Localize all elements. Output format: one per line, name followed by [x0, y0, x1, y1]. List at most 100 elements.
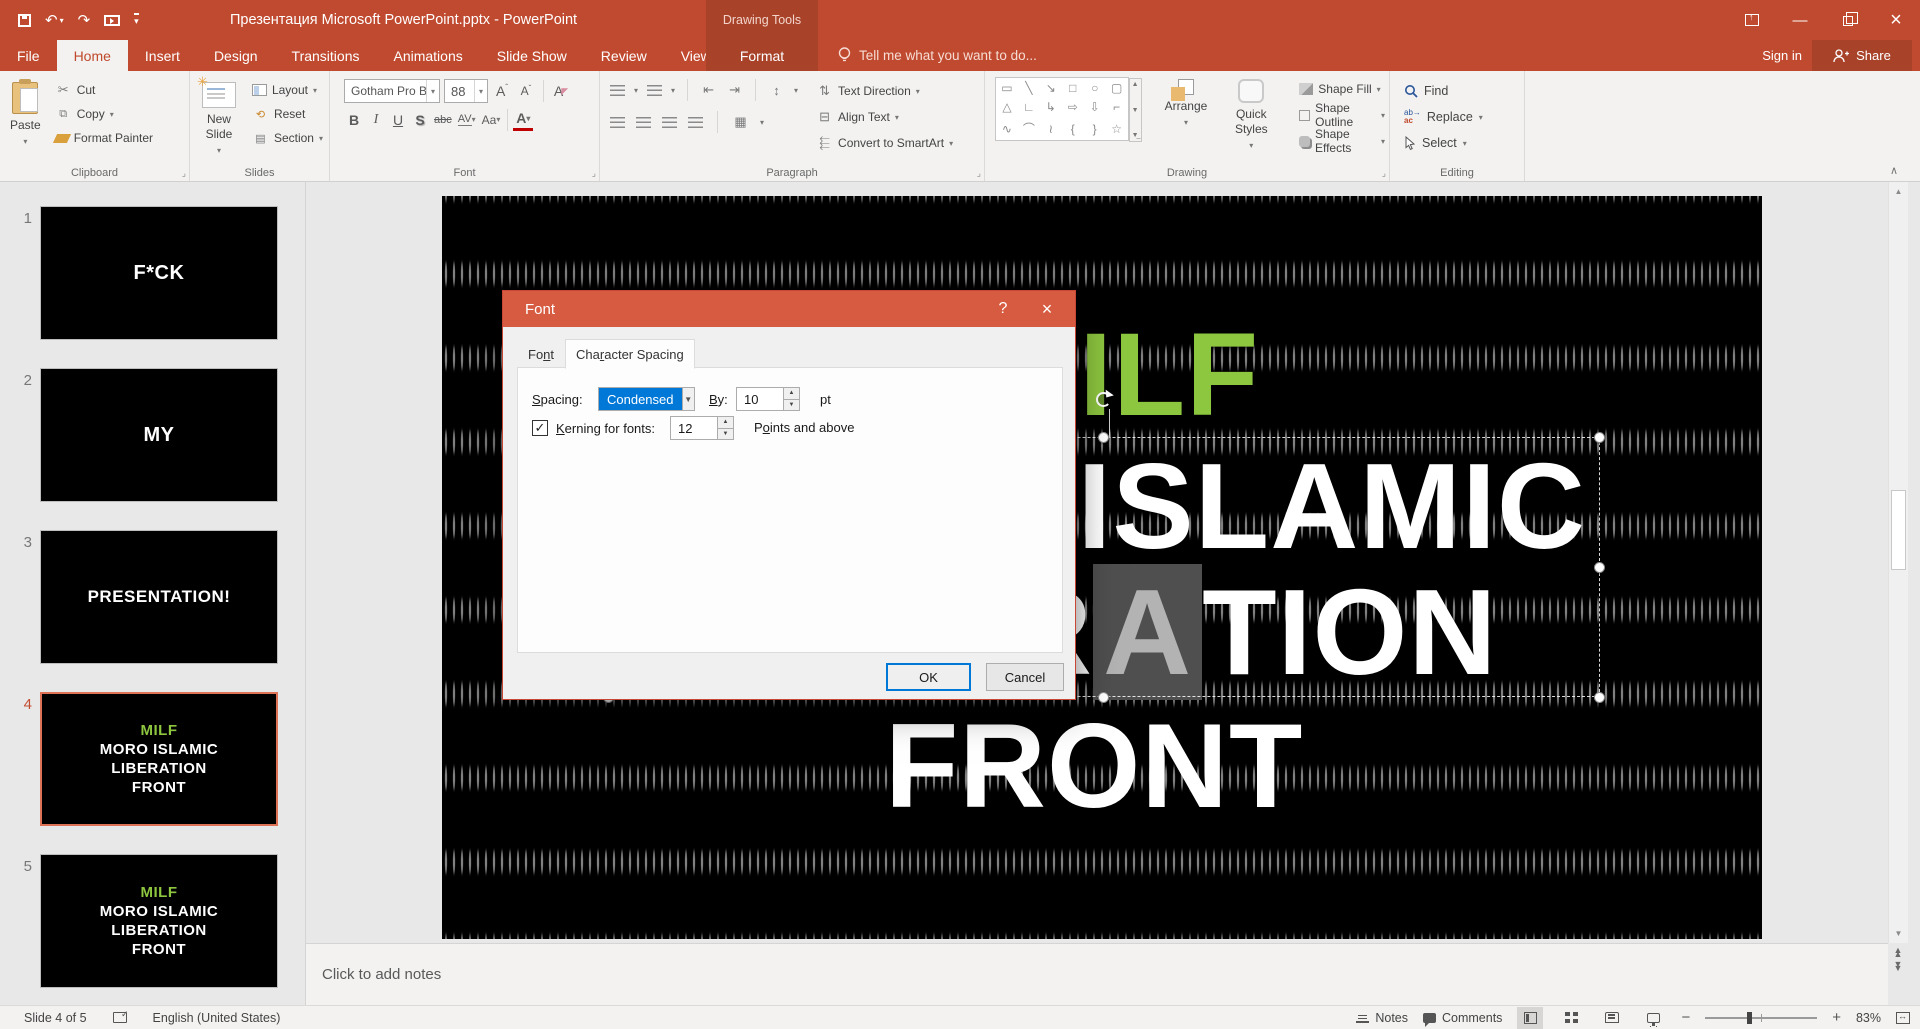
font-family-combo[interactable]: Gotham Pro B ▾ [344, 79, 440, 103]
text-shadow-button[interactable]: S [410, 108, 430, 131]
shrink-font-button[interactable]: Aˇ [516, 80, 536, 103]
zoom-out-button[interactable]: − [1681, 1009, 1690, 1026]
font-color-button[interactable]: A ▾ [513, 108, 534, 131]
scroll-down-icon[interactable]: ▼ [1132, 107, 1139, 114]
save-button[interactable] [18, 13, 31, 27]
dialog-launcher-icon[interactable]: ⌟ [1382, 168, 1386, 179]
ok-button[interactable]: OK [886, 663, 971, 691]
scrollbar-thumb[interactable] [1891, 490, 1906, 570]
vertical-scrollbar[interactable]: ▲ ▼ [1888, 182, 1908, 943]
character-spacing-button[interactable]: AV ▾ [456, 108, 478, 131]
undo-button[interactable]: ↶ ▾ [45, 11, 64, 29]
justify-icon[interactable] [688, 116, 703, 128]
spinner-buttons[interactable]: ▲ ▼ [783, 388, 799, 410]
clear-formatting-button[interactable]: A ◤ [551, 80, 571, 103]
tab-home[interactable]: Home [56, 40, 128, 71]
ribbon-display-options-button[interactable] [1728, 0, 1776, 40]
shape-icon[interactable]: ⇨ [1068, 100, 1078, 114]
shape-icon[interactable]: □ [1069, 81, 1076, 95]
reset-button[interactable]: ⟲ Reset [248, 102, 327, 126]
shape-icon[interactable]: ⇩ [1090, 100, 1100, 114]
scroll-up-icon[interactable]: ▲ [1895, 182, 1903, 201]
paste-button[interactable]: Paste ▾ [10, 74, 41, 160]
rotate-handle[interactable] [1096, 392, 1111, 407]
spellcheck-icon[interactable] [112, 1009, 129, 1023]
language-indicator[interactable]: English (United States) [153, 1011, 281, 1025]
find-button[interactable]: Find [1404, 79, 1524, 103]
section-button[interactable]: ▤ Section ▾ [248, 126, 327, 150]
thumbnail-slide-4-selected[interactable]: MILF MORO ISLAMIC LIBERATION FRONT [40, 692, 278, 826]
shape-icon[interactable]: ▢ [1111, 81, 1122, 95]
tab-insert[interactable]: Insert [128, 40, 197, 71]
dialog-tab-character-spacing[interactable]: Character Spacing [565, 339, 695, 369]
cancel-button[interactable]: Cancel [986, 663, 1064, 691]
columns-icon[interactable]: ▦ [732, 114, 749, 130]
dialog-launcher-icon[interactable]: ⌟ [182, 168, 186, 179]
slide-text-line4[interactable]: FRONT [885, 706, 1303, 826]
scroll-up-icon[interactable]: ▲ [1132, 81, 1139, 88]
quick-styles-button[interactable]: Quick Styles ▾ [1229, 71, 1273, 157]
previous-slide-button[interactable]: ▲ ▲ [1894, 946, 1903, 959]
align-right-icon[interactable] [662, 116, 677, 128]
select-button[interactable]: Select ▾ [1404, 131, 1524, 155]
notes-pane[interactable]: Click to add notes [306, 943, 1888, 1005]
shape-icon[interactable]: ↳ [1046, 100, 1056, 114]
more-shapes-icon[interactable]: ▼̲ [1132, 132, 1139, 139]
comments-toggle[interactable]: Comments [1423, 1011, 1502, 1027]
minimize-button[interactable]: — [1776, 0, 1824, 40]
zoom-slider-thumb[interactable] [1747, 1011, 1753, 1024]
restore-button[interactable] [1824, 0, 1872, 40]
replace-button[interactable]: ab→ ac Replace ▾ [1404, 105, 1524, 129]
shape-icon[interactable]: ▭ [1001, 81, 1012, 95]
sign-in-button[interactable]: Sign in [1762, 40, 1802, 71]
grow-font-button[interactable]: Aˆ [492, 80, 512, 103]
decrease-indent-icon[interactable]: ⇤ [700, 82, 717, 98]
dialog-tab-font[interactable]: Font [517, 341, 565, 369]
view-slideshow-button[interactable] [1640, 1007, 1666, 1029]
resize-handle-top-middle[interactable] [1098, 432, 1109, 443]
shape-icon[interactable]: ⌒ [1023, 120, 1035, 137]
zoom-slider[interactable] [1705, 1011, 1818, 1024]
close-button[interactable]: × [1872, 0, 1920, 40]
thumbnail-slide-1[interactable]: F*CK [40, 206, 278, 340]
scroll-down-icon[interactable]: ▼ [1895, 924, 1903, 943]
align-left-icon[interactable] [610, 116, 625, 128]
thumbnail-slide-3[interactable]: PRESENTATION! [40, 530, 278, 664]
numbering-icon[interactable] [647, 84, 663, 96]
bullets-icon[interactable] [610, 84, 625, 96]
increase-indent-icon[interactable]: ⇥ [726, 82, 743, 98]
text-direction-button[interactable]: ⇅ Text Direction ▾ [812, 79, 957, 103]
tab-file[interactable]: File [0, 40, 57, 71]
view-reading-button[interactable] [1599, 1007, 1625, 1029]
shape-fill-button[interactable]: Shape Fill ▾ [1295, 77, 1389, 101]
share-button[interactable]: Share [1812, 40, 1912, 71]
tab-transitions[interactable]: Transitions [275, 40, 377, 71]
dialog-launcher-icon[interactable]: ⌟ [592, 168, 596, 179]
new-slide-button[interactable]: New Slide ▾ [197, 74, 240, 160]
strikethrough-button[interactable]: abc [432, 108, 454, 131]
align-center-icon[interactable] [636, 116, 651, 128]
zoom-in-button[interactable]: + [1832, 1009, 1841, 1026]
tab-animations[interactable]: Animations [376, 40, 479, 71]
spinner-buttons[interactable]: ▲ ▼ [717, 417, 733, 439]
arrange-button[interactable]: Arrange ▾ [1165, 71, 1207, 157]
zoom-level[interactable]: 83% [1856, 1011, 1881, 1025]
kerning-checkbox[interactable]: ✓ [532, 420, 548, 436]
italic-button[interactable]: I [366, 108, 386, 131]
by-spinner[interactable]: 10 ▲ ▼ [736, 387, 800, 411]
shape-icon[interactable]: ↘ [1046, 81, 1056, 95]
layout-button[interactable]: Layout ▾ [248, 78, 327, 102]
font-size-combo[interactable]: 88 ▾ [444, 79, 488, 103]
shape-icon[interactable]: ╲ [1025, 81, 1032, 95]
dialog-launcher-icon[interactable]: ⌟ [977, 168, 981, 179]
change-case-button[interactable]: Aa ▾ [480, 108, 503, 131]
kerning-spinner[interactable]: 12 ▲ ▼ [670, 416, 734, 440]
shape-icon[interactable]: ☆ [1111, 122, 1122, 136]
shapes-scrollbar[interactable]: ▲ ▼ ▼̲ [1128, 78, 1142, 142]
customize-qat-button[interactable]: ▾ [134, 13, 139, 27]
spacing-dropdown[interactable]: Condensed ▼ [598, 387, 695, 411]
convert-smartart-button[interactable]: ⬱ Convert to SmartArt ▾ [812, 131, 957, 155]
redo-button[interactable]: ↷ [78, 11, 91, 29]
notes-toggle[interactable]: Notes [1356, 1011, 1408, 1025]
line-spacing-icon[interactable]: ↕ [768, 83, 785, 98]
